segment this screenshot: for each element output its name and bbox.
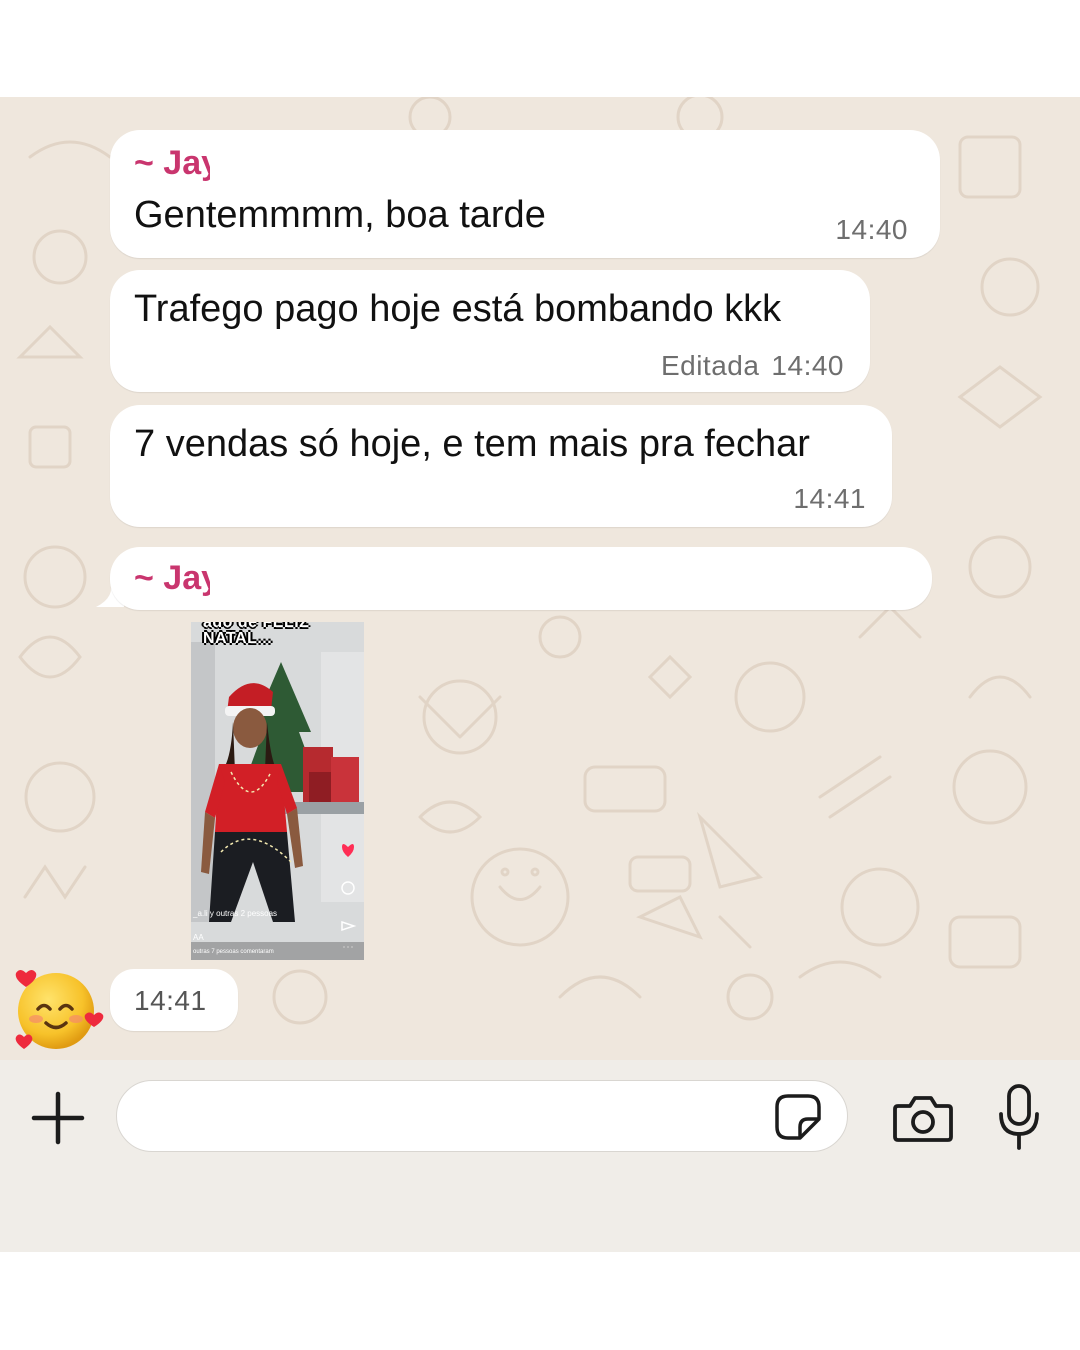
message-time: 14:41 [134,985,207,1016]
chat-screen: ~ Jay Gentemmmm, boa tarde 14:40 Trafego… [0,97,1080,1252]
video-comment-text: outras 7 pessoas comentaram [193,949,274,955]
camera-icon[interactable] [892,1092,954,1144]
video-caption: ado de FELIZ NATAL... [203,622,309,648]
plus-icon[interactable] [30,1090,86,1146]
message-text: Trafego pago hoje está bombando kkk [134,288,782,330]
composer-bar [0,1060,1080,1252]
video-user-text: _a.li y outras 2 pessoas [193,909,278,918]
message-time: 14:41 [793,483,866,514]
message-time: Editada 14:40 [661,350,844,382]
message-bubble[interactable]: 7 vendas só hoje, e tem mais pra fechar … [110,405,892,527]
message-bubble[interactable]: ~ Jay Gentemmmm, boa tarde 14:40 [110,130,940,258]
video-code-text: AA [193,933,204,942]
message-text: Gentemmmm, boa tarde [134,194,546,236]
media-time-bubble[interactable]: 14:41 [110,969,238,1031]
microphone-icon[interactable] [996,1082,1042,1152]
smiling-face-with-hearts-icon[interactable] [14,965,106,1057]
message-time: 14:40 [835,214,908,245]
media-sender-bubble[interactable]: ~ Jay [110,547,932,610]
sticker-icon[interactable] [774,1093,822,1141]
video-caption-line-2: NATAL... [203,630,273,647]
message-text: 7 vendas só hoje, e tem mais pra fechar [134,423,810,465]
edited-label: Editada [660,350,760,381]
message-bubble[interactable]: Trafego pago hoje está bombando kkk Edit… [110,270,870,392]
chat-area[interactable]: ~ Jay Gentemmmm, boa tarde 14:40 Trafego… [0,97,1080,1060]
video-thumbnail[interactable]: ado de FELIZ NATAL... _a.li y outras 2 p… [191,622,364,960]
message-input[interactable] [116,1080,848,1152]
sender-name: ~ Jay [134,559,210,597]
message-time-value: 14:40 [771,350,844,381]
sender-name: ~ Jay [134,144,210,182]
